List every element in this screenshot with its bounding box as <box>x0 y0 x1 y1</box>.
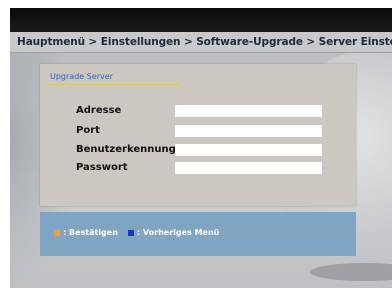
confirm-hint: : Bestätigen <box>63 228 118 237</box>
title-divider <box>48 84 180 85</box>
address-row: Adresse <box>40 104 356 120</box>
top-bar <box>10 8 392 32</box>
address-input[interactable] <box>175 105 322 117</box>
breadcrumb-bar: Hauptmenü > Einstellungen > Software-Upg… <box>10 32 392 53</box>
password-input[interactable] <box>175 162 322 174</box>
password-label: Passwort <box>76 162 128 173</box>
blue-key-icon <box>127 229 134 236</box>
panel-title: Upgrade Server <box>50 72 113 81</box>
port-input[interactable] <box>175 125 322 137</box>
user-id-input[interactable] <box>175 144 322 156</box>
upgrade-server-panel: Upgrade Server Adresse Port Benutzerkenn… <box>40 64 356 206</box>
port-row: Port <box>40 124 356 140</box>
address-label: Adresse <box>76 105 122 116</box>
user-id-row: Benutzerkennung <box>40 143 356 159</box>
user-id-label: Benutzerkennung <box>76 144 176 155</box>
back-hint: : Vorheriges Menü <box>136 228 220 237</box>
port-label: Port <box>76 125 100 136</box>
help-legend: : Bestätigen : Vorheriges Menü <box>54 228 219 237</box>
tv-screen: Hauptmenü > Einstellungen > Software-Upg… <box>10 8 392 288</box>
password-row: Passwort <box>40 161 356 177</box>
orange-key-icon <box>54 229 60 236</box>
help-bar: : Bestätigen : Vorheriges Menü <box>40 212 356 256</box>
breadcrumb: Hauptmenü > Einstellungen > Software-Upg… <box>17 36 392 48</box>
